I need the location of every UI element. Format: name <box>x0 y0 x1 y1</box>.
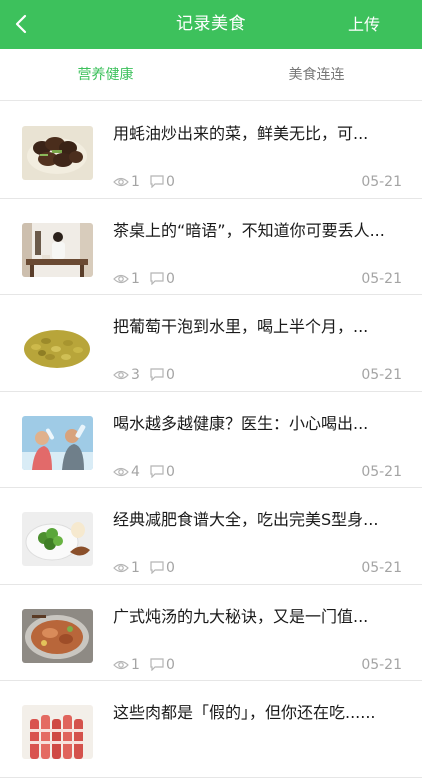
comment-icon <box>150 175 164 189</box>
comment-count: 0 <box>166 367 175 383</box>
article-title: 广式炖汤的九大秘诀，又是一门值... <box>113 606 369 626</box>
eye-icon <box>113 177 129 187</box>
article-date: 05-21 <box>361 174 402 190</box>
article-title: 把葡萄干泡到水里，喝上半个月，... <box>113 317 369 336</box>
article-title: 这些肉都是「假的」，但你还在吃...... <box>113 703 376 722</box>
comment-count: 0 <box>166 174 175 190</box>
list-item[interactable]: 广式炖汤的九大秘诀，又是一门值... 1 0 05-21 <box>0 584 422 681</box>
nav-bar: 记录美食 上传 <box>0 0 422 49</box>
view-count: 4 <box>131 463 140 480</box>
article-thumbnail <box>22 222 93 277</box>
view-count: 1 <box>131 656 140 673</box>
list-item[interactable]: 经典减肥食谱大全，吃出完美S型身... 1 0 05-21 <box>0 488 422 585</box>
article-thumbnail <box>22 319 93 373</box>
comment-icon <box>150 464 164 478</box>
comment-count: 0 <box>166 656 175 673</box>
list-item[interactable]: 茶桌上的“暗语”，不知道你可要丢人... 1 0 05-21 <box>0 198 422 295</box>
tab-nutrition-health[interactable]: 营养健康 <box>0 49 211 101</box>
eye-icon <box>113 274 129 283</box>
article-date: 05-21 <box>361 463 402 480</box>
view-count: 1 <box>131 560 140 576</box>
article-date: 05-21 <box>361 656 402 673</box>
article-thumbnail <box>22 415 93 470</box>
list-item[interactable]: 喝水越多越健康？医生：小心喝出... 4 0 05-21 <box>0 391 422 488</box>
view-count: 1 <box>131 174 140 190</box>
eye-icon <box>113 660 129 669</box>
article-date: 05-21 <box>361 560 402 576</box>
upload-button[interactable]: 上传 <box>348 0 380 49</box>
article-list: 用蚝油炒出来的菜，鲜美无比，可... 1 0 05-21 茶桌上的“暗语”，不知… <box>0 102 422 778</box>
comment-count: 0 <box>166 560 175 576</box>
article-thumbnail <box>22 512 93 566</box>
comment-count: 0 <box>166 463 175 480</box>
article-date: 05-21 <box>361 270 402 287</box>
article-thumbnail <box>22 705 93 759</box>
comment-icon <box>150 657 164 671</box>
comment-icon <box>150 271 164 285</box>
comment-count: 0 <box>166 270 175 287</box>
eye-icon <box>113 370 129 380</box>
eye-icon <box>113 563 129 573</box>
eye-icon <box>113 467 129 476</box>
article-date: 05-21 <box>361 367 402 383</box>
article-title: 茶桌上的“暗语”，不知道你可要丢人... <box>113 220 385 240</box>
article-title: 经典减肥食谱大全，吃出完美S型身... <box>113 510 379 529</box>
list-item[interactable]: 用蚝油炒出来的菜，鲜美无比，可... 1 0 05-21 <box>0 102 422 199</box>
tab-bar: 营养健康 美食连连 <box>0 49 422 101</box>
list-item[interactable]: 这些肉都是「假的」，但你还在吃...... <box>0 681 422 778</box>
article-thumbnail <box>22 608 93 663</box>
comment-icon <box>150 368 164 382</box>
view-count: 1 <box>131 270 140 287</box>
list-item[interactable]: 把葡萄干泡到水里，喝上半个月，... 3 0 05-21 <box>0 295 422 392</box>
tab-food-links[interactable]: 美食连连 <box>211 49 422 101</box>
article-title: 喝水越多越健康？医生：小心喝出... <box>113 413 369 433</box>
comment-icon <box>150 561 164 575</box>
view-count: 3 <box>131 367 140 383</box>
article-thumbnail <box>22 126 93 180</box>
article-title: 用蚝油炒出来的菜，鲜美无比，可... <box>113 124 369 143</box>
